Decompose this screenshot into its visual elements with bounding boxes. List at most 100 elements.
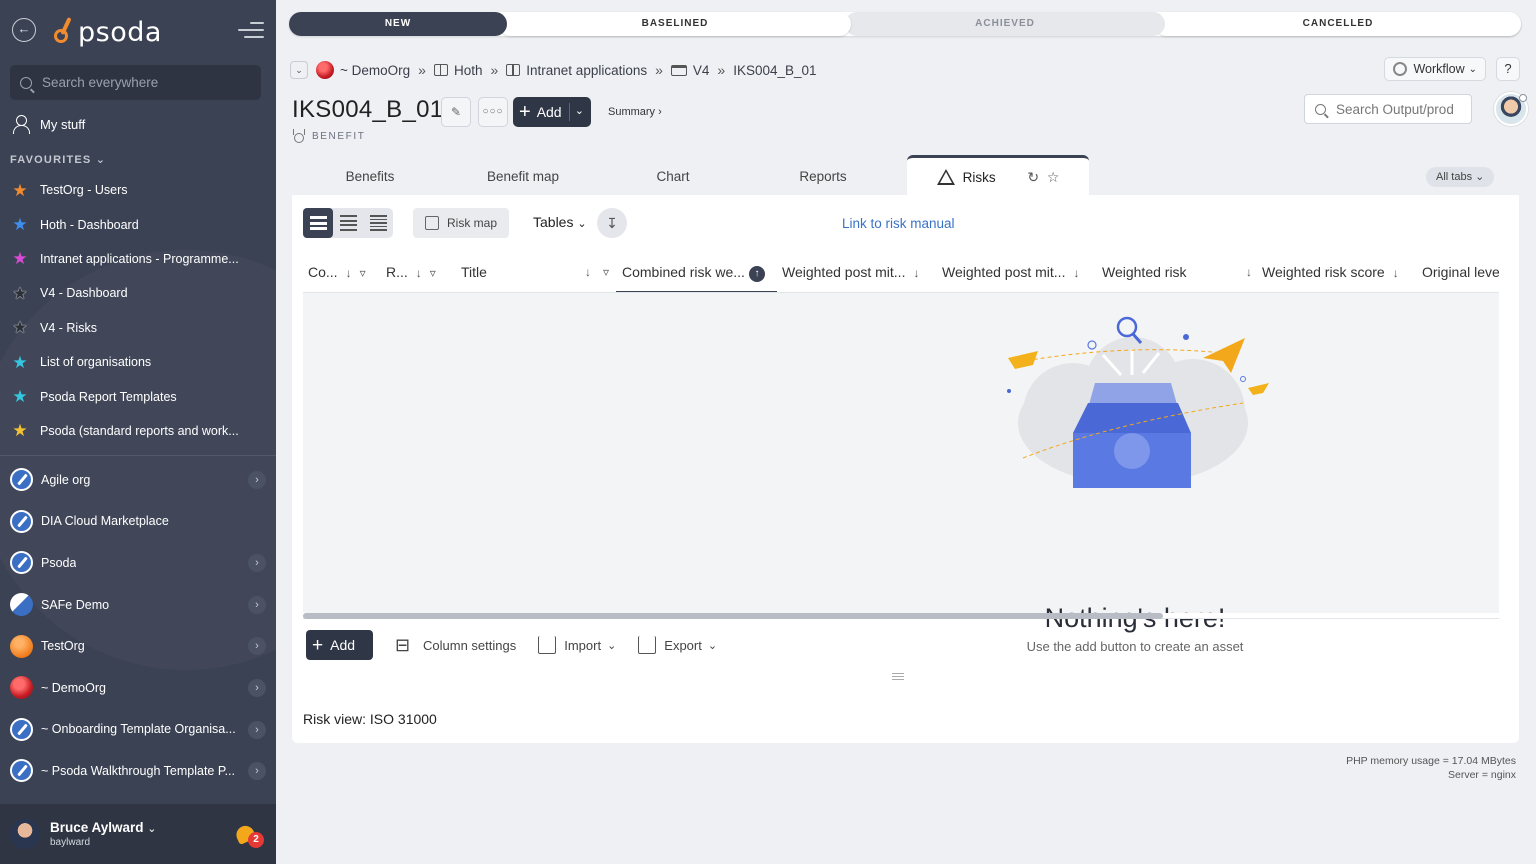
tables-dropdown[interactable]: Tables ⌄ bbox=[533, 214, 587, 230]
sort-arrow-icon[interactable]: ↓ bbox=[913, 266, 919, 280]
empty-state-subtitle: Use the add button to create an asset bbox=[1026, 639, 1244, 654]
user-panel[interactable]: Bruce Aylward ⌄ baylward 2 bbox=[0, 804, 276, 864]
my-stuff-link[interactable]: My stuff bbox=[12, 115, 85, 134]
all-tabs-dropdown[interactable]: All tabs ⌄ bbox=[1426, 167, 1495, 187]
view-comfortable-button[interactable] bbox=[303, 208, 333, 238]
favourite-item[interactable]: ★ List of organisations bbox=[10, 345, 266, 379]
sort-arrow-icon[interactable]: ↓ bbox=[1073, 266, 1079, 280]
user-avatar-large[interactable] bbox=[1494, 92, 1528, 126]
sort-arrow-icon[interactable]: ↓ bbox=[585, 255, 591, 289]
column-settings-button[interactable]: ⊟ Column settings bbox=[395, 636, 516, 654]
sidebar-search-placeholder: Search everywhere bbox=[42, 75, 159, 90]
sort-ascending-icon[interactable]: ↑ bbox=[748, 266, 765, 282]
summary-link[interactable]: Summary › bbox=[608, 106, 662, 118]
sliders-icon: ⊟ bbox=[395, 635, 411, 655]
sort-arrow-icon[interactable]: ↓ bbox=[416, 266, 422, 280]
import-dropdown[interactable]: Import ⌄ bbox=[538, 636, 616, 654]
filter-icon[interactable]: ▿ bbox=[430, 266, 436, 280]
breadcrumb-demoorg[interactable]: ~ DemoOrg bbox=[340, 63, 410, 78]
chevron-right-icon[interactable]: › bbox=[248, 762, 266, 781]
breadcrumb-v4[interactable]: V4 bbox=[693, 63, 710, 78]
column-header[interactable]: Title ↓ ▿ bbox=[461, 255, 613, 292]
chevron-right-icon[interactable]: › bbox=[248, 595, 266, 614]
notifications-bell-icon[interactable]: 2 bbox=[233, 822, 264, 848]
sidebar-search-input[interactable]: Search everywhere bbox=[10, 65, 261, 100]
column-header[interactable]: Original leve bbox=[1422, 255, 1499, 292]
tab-benefits[interactable]: Benefits bbox=[292, 155, 448, 195]
column-header[interactable]: Weighted post mit... ↓ bbox=[782, 255, 919, 292]
breadcrumb-hoth[interactable]: Hoth bbox=[454, 63, 483, 78]
edit-button[interactable]: ✎ bbox=[441, 97, 471, 127]
breadcrumb-dropdown-icon[interactable]: ⌄ bbox=[290, 61, 308, 79]
add-risk-button[interactable]: + Add bbox=[306, 630, 373, 660]
back-arrow-icon[interactable]: ← bbox=[12, 18, 36, 42]
horizontal-scrollbar[interactable] bbox=[303, 613, 1499, 619]
help-button[interactable]: ? bbox=[1496, 57, 1520, 81]
organisation-item[interactable]: Agile org › bbox=[10, 459, 268, 501]
organisation-item[interactable]: ~ DemoOrg › bbox=[10, 667, 268, 709]
column-header[interactable]: Weighted risk score ↓ bbox=[1262, 255, 1399, 292]
sort-arrow-icon[interactable]: ↓ bbox=[1393, 266, 1399, 280]
organisation-item[interactable]: ~ Onboarding Template Organisa... › bbox=[10, 709, 268, 751]
favourite-item[interactable]: ★ Hoth - Dashboard bbox=[10, 207, 266, 241]
sort-arrow-icon[interactable]: ↓ bbox=[1246, 255, 1252, 289]
column-header[interactable]: Weighted post mit... ↓ bbox=[942, 255, 1079, 292]
psoda-logo[interactable]: psoda bbox=[50, 14, 162, 50]
organisation-item[interactable]: SAFe Demo › bbox=[10, 584, 268, 626]
chevron-right-icon[interactable]: › bbox=[248, 471, 266, 489]
search-output-input[interactable]: Search Output/prod bbox=[1304, 94, 1472, 124]
organisation-item[interactable]: TestOrg › bbox=[10, 625, 268, 667]
column-header-sorted[interactable]: Combined risk we... ↑ bbox=[616, 255, 777, 292]
chevron-right-icon[interactable]: › bbox=[248, 678, 266, 697]
view-compact-button[interactable] bbox=[333, 208, 363, 238]
organisation-item[interactable]: Psoda › bbox=[10, 542, 268, 584]
column-header[interactable]: R... ↓ ▿ bbox=[386, 255, 436, 292]
favourite-item[interactable]: ★ V4 - Risks bbox=[10, 311, 266, 345]
view-dense-button[interactable] bbox=[363, 208, 393, 238]
organisation-item[interactable]: DIA Cloud Marketplace bbox=[10, 501, 268, 543]
column-header[interactable]: Co... ↓ ▿ bbox=[308, 255, 366, 292]
status-stage-cancelled[interactable]: CANCELLED bbox=[1155, 12, 1521, 36]
chevron-right-icon[interactable]: › bbox=[248, 720, 266, 739]
breadcrumb-separator: » bbox=[655, 62, 663, 78]
risk-manual-link[interactable]: Link to risk manual bbox=[842, 216, 955, 231]
tab-benefit-map[interactable]: Benefit map bbox=[448, 155, 598, 195]
chevron-right-icon[interactable]: › bbox=[248, 637, 266, 656]
favourites-header[interactable]: FAVOURITES ⌄ bbox=[10, 153, 106, 166]
chevron-down-icon[interactable]: ⌄ bbox=[575, 104, 584, 117]
star-icon[interactable]: ☆ bbox=[1047, 169, 1060, 185]
status-stage-achieved[interactable]: ACHIEVED bbox=[845, 12, 1165, 36]
tab-chart[interactable]: Chart bbox=[598, 155, 748, 195]
status-stage-baselined[interactable]: BASELINED bbox=[499, 12, 851, 36]
export-dropdown[interactable]: Export ⌄ bbox=[638, 636, 717, 654]
organisation-item[interactable]: ~ Psoda Walkthrough Template P... › bbox=[10, 750, 268, 792]
user-name[interactable]: Bruce Aylward ⌄ bbox=[50, 820, 157, 835]
favourite-item[interactable]: ★ V4 - Dashboard bbox=[10, 276, 266, 310]
scrollbar-thumb[interactable] bbox=[303, 613, 1163, 619]
download-circle-button[interactable]: ↧ bbox=[597, 208, 627, 238]
workflow-button[interactable]: Workflow ⌄ bbox=[1384, 57, 1486, 81]
favourite-item[interactable]: ★ TestOrg - Users bbox=[10, 173, 266, 207]
column-header[interactable]: Weighted risk ↓ bbox=[1102, 255, 1252, 292]
breadcrumb-intranet-applications[interactable]: Intranet applications bbox=[526, 63, 647, 78]
add-dropdown-button[interactable]: + Add ⌄ bbox=[513, 97, 591, 127]
favourite-item[interactable]: ★ Psoda (standard reports and work... bbox=[10, 414, 266, 448]
filter-icon[interactable]: ▿ bbox=[360, 266, 366, 280]
favourite-item[interactable]: ★ Intranet applications - Programme... bbox=[10, 242, 266, 276]
refresh-icon[interactable]: ↻ bbox=[1027, 169, 1039, 185]
collapse-menu-icon[interactable] bbox=[238, 22, 264, 40]
tab-risks[interactable]: Risks ↻ ☆ bbox=[907, 155, 1089, 195]
tab-reports[interactable]: Reports bbox=[748, 155, 898, 195]
status-dot bbox=[1519, 94, 1527, 102]
status-stage-new[interactable]: NEW bbox=[289, 12, 507, 36]
filter-icon[interactable]: ▿ bbox=[603, 255, 609, 289]
resize-handle[interactable] bbox=[892, 673, 904, 681]
organisation-label: ~ Psoda Walkthrough Template P... bbox=[41, 763, 235, 778]
favourite-item[interactable]: ★ Psoda Report Templates bbox=[10, 379, 266, 413]
user-avatar[interactable] bbox=[10, 819, 40, 849]
page-title: IKS004_B_01 bbox=[292, 96, 444, 123]
chevron-right-icon[interactable]: › bbox=[248, 554, 266, 573]
sort-arrow-icon[interactable]: ↓ bbox=[346, 266, 352, 280]
more-options-button[interactable]: ○○○ bbox=[478, 97, 508, 127]
risk-map-button[interactable]: Risk map bbox=[413, 208, 509, 238]
